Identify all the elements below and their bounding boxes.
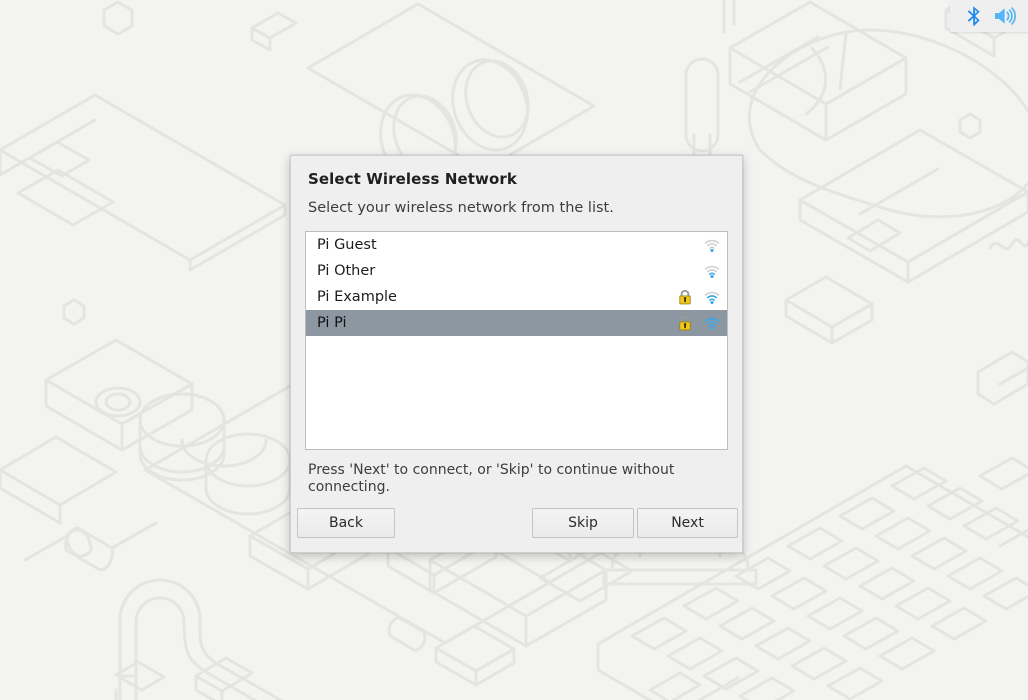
dialog-hint-text: Press 'Next' to connect, or 'Skip' to co… bbox=[308, 462, 675, 495]
next-button[interactable]: Next bbox=[637, 508, 738, 538]
system-tray bbox=[950, 0, 1028, 32]
network-ssid-label: Pi Example bbox=[317, 289, 397, 305]
bluetooth-icon[interactable] bbox=[962, 4, 986, 28]
skip-button[interactable]: Skip bbox=[532, 508, 634, 538]
lock-icon bbox=[677, 315, 693, 331]
network-ssid-label: Pi Pi bbox=[317, 315, 347, 331]
wifi-signal-icon bbox=[703, 262, 721, 280]
network-list-item[interactable]: Pi Other bbox=[306, 258, 727, 284]
network-status-icons bbox=[665, 288, 721, 306]
wifi-signal-icon bbox=[703, 288, 721, 306]
network-list-item[interactable]: Pi Guest bbox=[306, 232, 727, 258]
dialog-title: Select Wireless Network bbox=[308, 170, 517, 188]
select-wireless-network-dialog: Select Wireless Network Select your wire… bbox=[290, 155, 743, 553]
network-ssid-label: Pi Other bbox=[317, 263, 376, 279]
desktop: Select Wireless Network Select your wire… bbox=[0, 0, 1028, 700]
lock-icon bbox=[677, 237, 693, 253]
network-list[interactable]: Pi Guest Pi Other Pi Example Pi Pi bbox=[305, 231, 728, 450]
back-button[interactable]: Back bbox=[297, 508, 395, 538]
wifi-signal-icon bbox=[703, 314, 721, 332]
dialog-button-row: Back Skip Next bbox=[293, 496, 740, 552]
network-status-icons bbox=[665, 262, 721, 280]
dialog-subtitle: Select your wireless network from the li… bbox=[308, 200, 614, 216]
network-status-icons bbox=[665, 236, 721, 254]
network-status-icons bbox=[665, 314, 721, 332]
lock-icon bbox=[677, 289, 693, 305]
network-list-item[interactable]: Pi Pi bbox=[306, 310, 727, 336]
volume-icon[interactable] bbox=[993, 4, 1017, 28]
lock-icon bbox=[677, 263, 693, 279]
network-list-item[interactable]: Pi Example bbox=[306, 284, 727, 310]
network-ssid-label: Pi Guest bbox=[317, 237, 377, 253]
wifi-signal-icon bbox=[703, 236, 721, 254]
